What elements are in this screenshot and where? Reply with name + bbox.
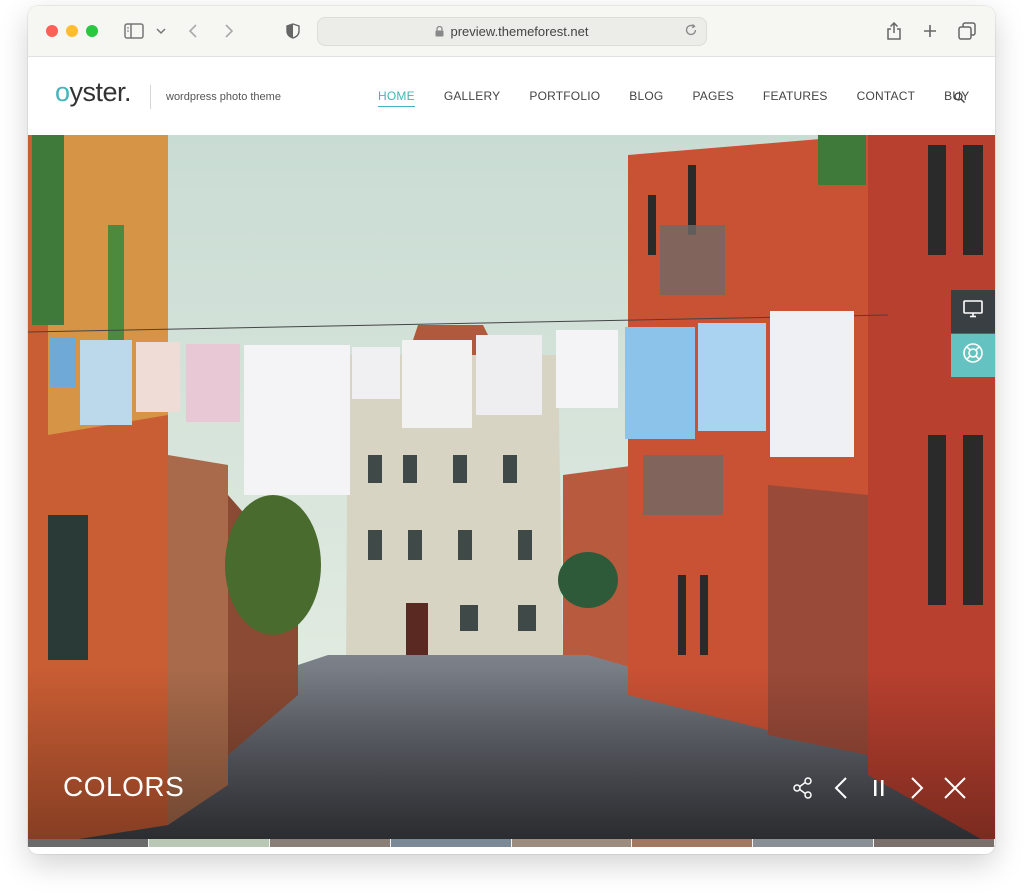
thumbnail[interactable] <box>874 839 995 847</box>
monitor-icon <box>963 300 983 323</box>
back-icon[interactable] <box>184 18 202 44</box>
address-url: preview.themeforest.net <box>450 24 589 39</box>
zoom-window-button[interactable] <box>86 25 98 37</box>
browser-window: preview.themeforest.net oyster. wordpres… <box>28 6 995 854</box>
nav-blog[interactable]: BLOG <box>629 88 663 107</box>
forward-icon[interactable] <box>220 18 238 44</box>
close-window-button[interactable] <box>46 25 58 37</box>
desktop-preview-button[interactable] <box>951 290 995 333</box>
share-icon[interactable] <box>884 18 904 44</box>
minimize-window-button[interactable] <box>66 25 78 37</box>
chevron-right-icon[interactable] <box>904 775 930 801</box>
plus-icon[interactable] <box>920 18 940 44</box>
chevron-left-icon[interactable] <box>828 775 854 801</box>
site-header: oyster. wordpress photo theme HOME GALLE… <box>28 57 995 135</box>
thumbnail[interactable] <box>269 839 391 847</box>
thumbnail[interactable] <box>28 839 149 847</box>
support-button[interactable] <box>951 334 995 377</box>
slide-title: COLORS <box>63 771 185 802</box>
site-logo[interactable]: oyster. <box>55 77 132 108</box>
chevron-down-icon[interactable] <box>154 18 168 44</box>
nav-portfolio[interactable]: PORTFOLIO <box>529 88 600 107</box>
shield-icon[interactable] <box>284 18 302 44</box>
browser-toolbar: preview.themeforest.net <box>28 6 995 57</box>
nav-gallery[interactable]: GALLERY <box>444 88 501 107</box>
lock-icon <box>435 26 444 37</box>
site-tagline: wordpress photo theme <box>166 91 281 103</box>
tabs-icon[interactable] <box>956 18 978 44</box>
thumbnail[interactable] <box>511 839 633 847</box>
reload-icon[interactable] <box>684 23 698 37</box>
nav-features[interactable]: FEATURES <box>763 88 828 107</box>
sidebar-icon[interactable] <box>122 18 146 44</box>
address-bar[interactable]: preview.themeforest.net <box>317 17 707 46</box>
main-nav: HOME GALLERY PORTFOLIO BLOG PAGES FEATUR… <box>378 88 995 107</box>
hero-slideshow[interactable]: COLORS <box>28 135 995 847</box>
thumbnail[interactable] <box>148 839 270 847</box>
thumbnail[interactable] <box>390 839 512 847</box>
lifebuoy-icon <box>962 342 984 369</box>
close-icon[interactable] <box>942 775 968 801</box>
thumbnail[interactable] <box>632 839 754 847</box>
share-nodes-icon[interactable] <box>790 775 816 801</box>
search-icon[interactable] <box>954 90 965 108</box>
logo-divider <box>150 85 151 109</box>
thumbnail-strip <box>28 839 995 847</box>
pause-icon[interactable] <box>866 775 892 801</box>
nav-pages[interactable]: PAGES <box>692 88 733 107</box>
slideshow-controls <box>790 775 980 801</box>
nav-contact[interactable]: CONTACT <box>857 88 916 107</box>
logo-mark: o <box>55 77 70 107</box>
thumbnail[interactable] <box>753 839 875 847</box>
logo-text: yster. <box>69 77 132 107</box>
hero-photo <box>28 135 995 847</box>
nav-home[interactable]: HOME <box>378 88 415 107</box>
